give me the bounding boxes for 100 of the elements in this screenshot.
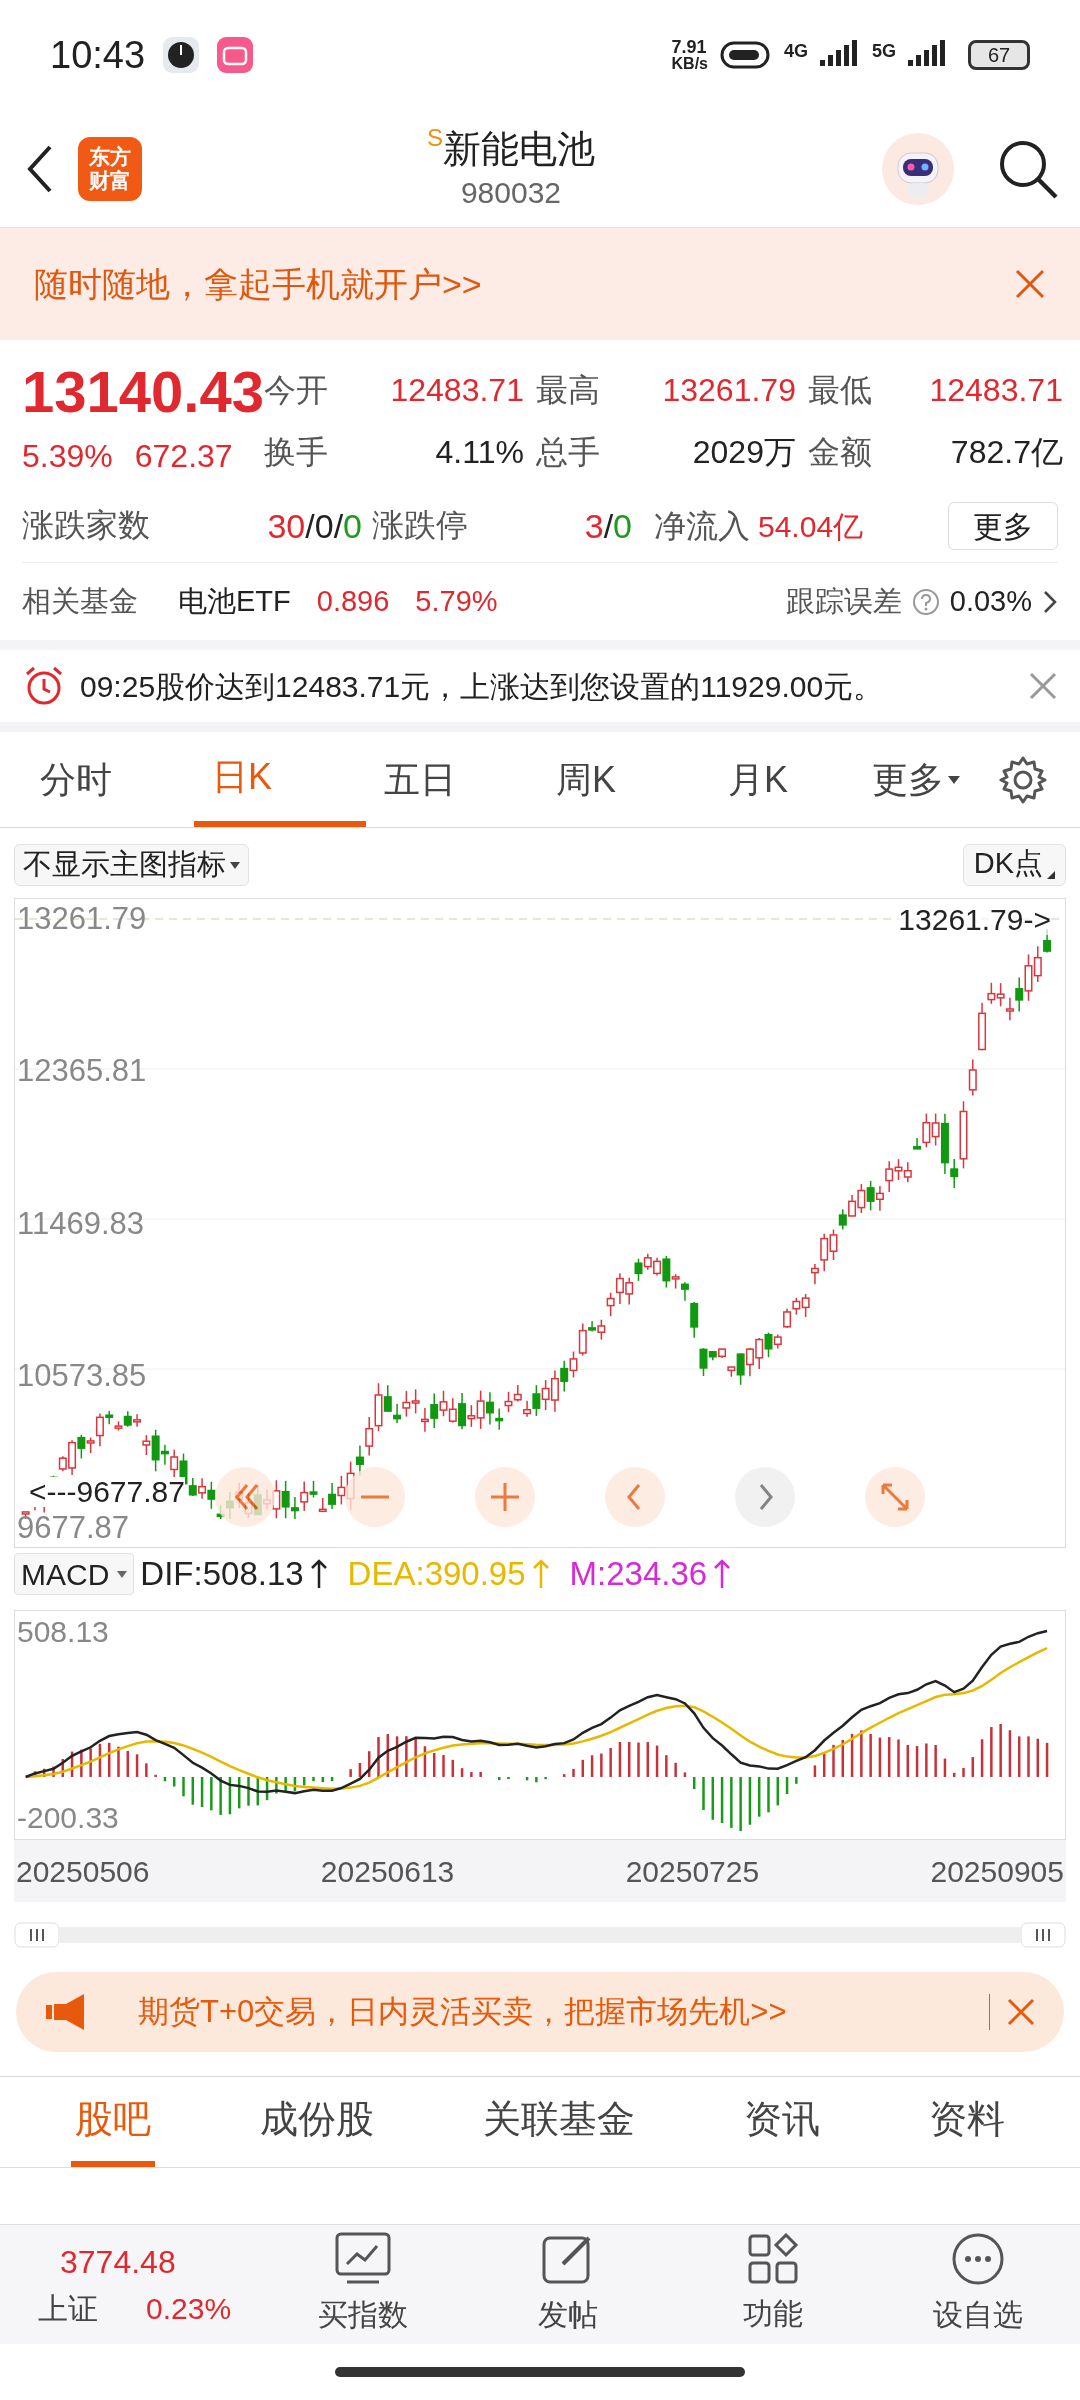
count-part: 30 [267, 505, 306, 547]
section-tab[interactable]: 股吧 [70, 2077, 155, 2167]
stat-label: 换手 [263, 433, 328, 472]
close-icon[interactable] [1014, 268, 1046, 300]
stat-value: 782.7亿 [950, 433, 1063, 472]
dk-points-button[interactable]: DK点 [962, 844, 1066, 886]
chevron-left-icon[interactable] [605, 1467, 665, 1527]
stat-label: 今开 [263, 371, 328, 410]
index-quote-value: 3774.48 [59, 2243, 177, 2282]
stat-label: 最低 [807, 371, 872, 410]
inflow-value: 54.04亿 [758, 508, 864, 545]
count-part: 0 [343, 505, 362, 547]
more-button[interactable]: 更多 [948, 502, 1058, 550]
date-axis-label: 20250905 [930, 1853, 1064, 1890]
fund-price: 0.896 [316, 583, 390, 619]
date-axis-label: 20250725 [625, 1853, 760, 1890]
tracking-label: 跟踪误差 [785, 583, 902, 619]
more-tab[interactable]: 更多 [872, 752, 960, 807]
index-quote-change: 0.23% [146, 2291, 232, 2327]
robot-avatar-icon[interactable] [880, 130, 956, 207]
breadth-label: 涨跌家数 [22, 505, 150, 545]
stat-value: 4.11% [435, 433, 524, 472]
range-handle-icon[interactable] [14, 1922, 60, 1948]
count-part: / [305, 505, 315, 547]
up-arrow-icon [309, 1558, 328, 1590]
date-axis-label: 20250613 [320, 1853, 455, 1890]
macd-value: M:234.36 [569, 1554, 708, 1595]
price-alert-message: 09:25股价达到12483.71元，上涨达到您设置的11929.00元。 [80, 668, 884, 705]
fund-label: 相关基金 [22, 583, 138, 619]
network-unit: KB/s [671, 56, 708, 72]
stat-value: 12483.71 [929, 371, 1063, 410]
plus-icon[interactable] [475, 1467, 535, 1527]
macd-axis-label: -200.33 [16, 1803, 119, 1833]
double-left-icon[interactable] [215, 1467, 275, 1527]
nav-item[interactable]: 设自选 [875, 2232, 1080, 2337]
more-icon [950, 2232, 1005, 2286]
minus-icon[interactable] [345, 1467, 405, 1527]
low-price-marker: <---9677.87 [29, 1477, 185, 1507]
stat-value: 12483.71 [390, 371, 524, 410]
price-axis-label: 10573.85 [16, 1359, 147, 1391]
up-arrow-icon [531, 1558, 550, 1590]
index-code: 980032 [460, 174, 562, 211]
network-type: 5G [872, 40, 896, 63]
section-tab[interactable]: 资讯 [740, 2077, 825, 2167]
range-handle-icon[interactable] [1020, 1922, 1066, 1948]
count-part: 0 [613, 505, 632, 547]
indicator-dropdown[interactable]: 不显示主图指标 [14, 844, 249, 886]
date-axis-label: 20250506 [16, 1853, 150, 1890]
fund-change: 5.79% [415, 583, 498, 619]
price-axis-label: 13261.79 [16, 903, 147, 934]
count-part: 0 [314, 505, 334, 547]
dif-value: DIF:508.13 [140, 1554, 304, 1595]
period-tab[interactable]: 日K [194, 732, 366, 827]
change-percent: 5.39% [22, 437, 113, 476]
inflow-label: 净流入 [654, 507, 750, 546]
title-superscript: S [427, 126, 443, 150]
change-amount: 672.37 [134, 437, 233, 476]
price-axis-label: 9677.87 [16, 1512, 130, 1543]
stat-label: 金额 [807, 433, 872, 472]
tv-app-icon [217, 37, 254, 73]
index-name: 上证 [38, 2291, 98, 2327]
count-part: 3 [584, 505, 604, 547]
count-part: / [603, 505, 614, 547]
section-tab[interactable]: 关联基金 [478, 2077, 639, 2167]
price-axis-label: 12365.81 [16, 1055, 147, 1087]
period-tab[interactable]: 分时 [22, 732, 194, 827]
stat-value: 2029万 [692, 433, 796, 472]
nav-item[interactable]: 功能 [670, 2233, 875, 2336]
help-icon[interactable] [911, 587, 940, 616]
nav-item[interactable]: 买指数 [260, 2232, 465, 2337]
stat-label: 最高 [535, 371, 600, 410]
close-icon[interactable] [1006, 1997, 1036, 2027]
section-tab[interactable]: 资料 [925, 2077, 1010, 2167]
limit-label: 涨跌停 [372, 505, 468, 545]
macd-axis-label: 508.13 [16, 1617, 109, 1647]
period-tab[interactable]: 周K [538, 732, 710, 827]
fund-name[interactable]: 电池ETF [178, 579, 291, 624]
up-arrow-icon [713, 1558, 732, 1590]
price-axis-label: 11469.83 [16, 1207, 144, 1239]
stat-value: 13261.79 [662, 371, 796, 410]
tracking-value: 0.03% [949, 583, 1032, 619]
nav-item[interactable]: 发帖 [465, 2232, 670, 2337]
expand-icon[interactable] [865, 1467, 925, 1527]
macd-dropdown[interactable]: MACD [14, 1553, 135, 1595]
settings-icon[interactable] [998, 754, 1048, 805]
link-icon [719, 40, 772, 70]
index-price: 13140.43 [22, 358, 264, 426]
app-logo: 东方 财富 [78, 136, 142, 201]
period-tab[interactable]: 五日 [366, 732, 538, 827]
dea-value: DEA:390.95 [347, 1554, 526, 1595]
chevron-right-icon[interactable] [1042, 588, 1058, 615]
range-track[interactable] [60, 1927, 1020, 1943]
clock-time: 10:43 [50, 32, 146, 78]
network-speed: 7.91 [671, 38, 708, 56]
close-icon[interactable] [1028, 671, 1058, 701]
section-tab[interactable]: 成份股 [255, 2077, 378, 2167]
network-type: 4G [783, 40, 808, 63]
apps-icon [746, 2233, 799, 2285]
clock-app-icon [163, 37, 200, 73]
promo-text: 期货T+0交易，日内灵活买卖，把握市场先机>> [138, 1992, 787, 2031]
